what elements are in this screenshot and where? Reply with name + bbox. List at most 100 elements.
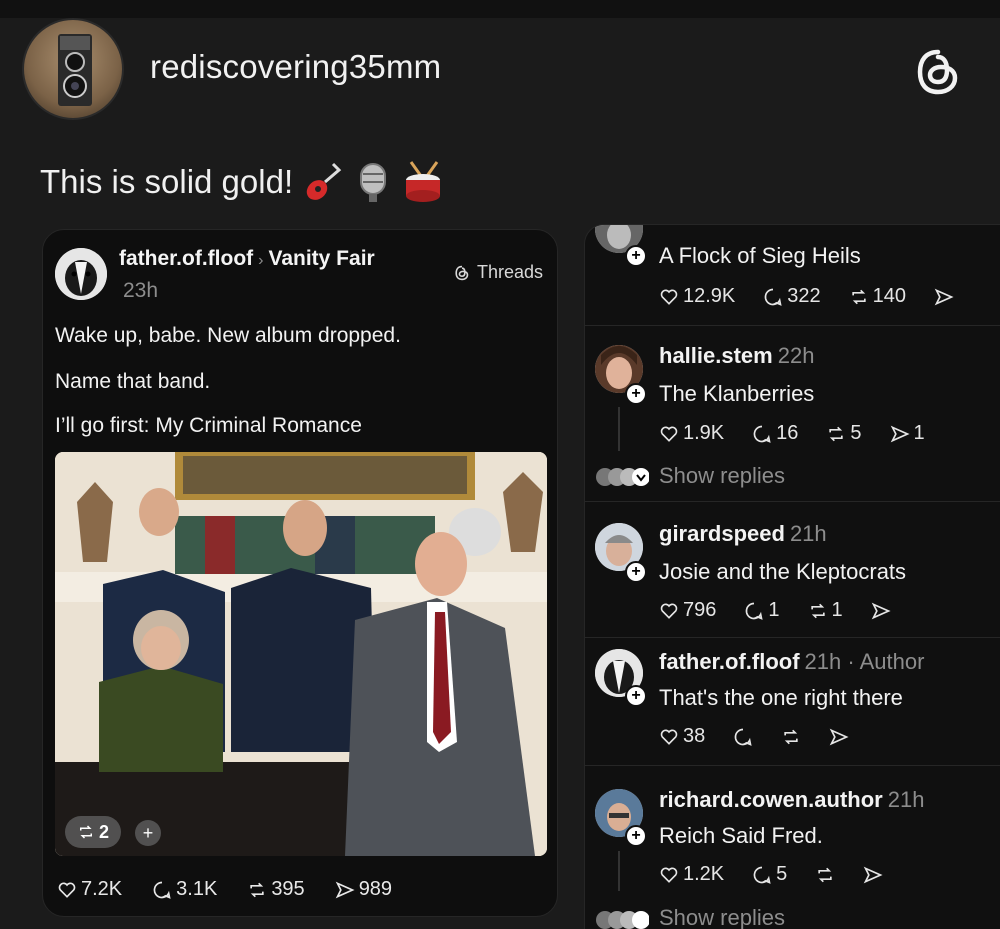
reply-text: The Klanberries xyxy=(659,381,815,406)
reply-author: father.of.floof 21h · Author xyxy=(659,649,924,675)
comment-icon xyxy=(734,728,752,746)
share-count: 989 xyxy=(358,878,393,900)
share-button[interactable]: 989 xyxy=(335,878,392,901)
threads-logo-icon[interactable] xyxy=(910,44,966,100)
reply-username[interactable]: father.of.floof xyxy=(659,649,800,674)
send-icon xyxy=(829,728,849,745)
caption-text: This is solid gold! xyxy=(40,163,294,200)
follow-plus-icon[interactable]: + xyxy=(625,245,647,267)
like-count: 7.2K xyxy=(81,878,123,900)
follow-plus-icon[interactable]: + xyxy=(625,825,647,847)
camera-icon xyxy=(58,34,92,106)
comment-icon xyxy=(753,866,771,884)
repost-button[interactable] xyxy=(815,863,835,886)
reply-count: 16 xyxy=(776,422,799,444)
replies-panel[interactable]: + A Flock of Sieg Heils 12.9K 322 140 + … xyxy=(584,224,1000,929)
divider xyxy=(585,325,1000,326)
send-icon xyxy=(863,866,883,883)
embedded-post-card[interactable]: father.of.floof › Vanity Fair 23h Threads … xyxy=(42,229,558,917)
repost-count: 1 xyxy=(831,599,843,621)
guitar-emoji-icon xyxy=(303,160,343,204)
badge-label: Threads xyxy=(476,262,543,282)
repost-count: 5 xyxy=(850,422,862,444)
reply-author: girardspeed 21h xyxy=(659,521,827,547)
share-button[interactable] xyxy=(934,285,954,308)
reply-time: 22h xyxy=(777,343,815,368)
like-count: 12.9K xyxy=(683,285,736,307)
reply-button[interactable]: 5 xyxy=(752,863,787,886)
repost-icon xyxy=(80,825,92,839)
show-replies-link[interactable]: Show replies xyxy=(659,905,785,929)
share-button[interactable] xyxy=(871,599,891,622)
show-replies-link[interactable]: Show replies xyxy=(659,463,785,489)
reply-time: 21h · Author xyxy=(804,649,925,674)
thread-line xyxy=(618,851,620,891)
reply-text: A Flock of Sieg Heils xyxy=(659,243,861,268)
embedded-post-username[interactable]: father.of.floof xyxy=(119,247,253,270)
repost-count: 140 xyxy=(872,285,907,307)
send-icon xyxy=(335,881,355,898)
photo-count-badge[interactable]: 2 xyxy=(65,816,122,848)
reply-button[interactable]: 3.1K xyxy=(152,878,217,901)
reply-username[interactable]: girardspeed xyxy=(659,521,785,546)
post-author-username[interactable]: rediscovering35mm xyxy=(150,48,441,86)
repost-button[interactable]: 140 xyxy=(849,285,906,308)
repost-icon xyxy=(829,426,844,441)
avatar[interactable] xyxy=(22,18,124,120)
heart-icon xyxy=(660,289,678,305)
repost-button[interactable]: 395 xyxy=(247,878,305,901)
follow-plus-icon[interactable]: + xyxy=(625,561,647,583)
reply-text: That's the one right there xyxy=(659,685,903,710)
add-icon[interactable]: + xyxy=(135,820,161,846)
reply-username[interactable]: hallie.stem xyxy=(659,343,773,368)
like-count: 1.2K xyxy=(683,863,725,885)
like-button[interactable]: 1.9K xyxy=(659,422,724,445)
reply-count: 3.1K xyxy=(176,878,218,900)
like-count: 38 xyxy=(683,725,706,747)
drum-emoji-icon xyxy=(403,160,443,204)
reply-button[interactable]: 322 xyxy=(763,285,821,308)
follow-plus-icon[interactable]: + xyxy=(625,685,647,707)
like-count: 1.9K xyxy=(683,422,725,444)
reply-button[interactable]: 1 xyxy=(744,599,780,622)
community-name[interactable]: Vanity Fair xyxy=(268,247,374,270)
reply-button[interactable] xyxy=(733,725,753,748)
like-button[interactable]: 38 xyxy=(659,725,705,748)
reply-stats: 12.9K 322 140 xyxy=(659,285,954,308)
reply-avatars xyxy=(593,466,649,488)
share-button[interactable] xyxy=(863,863,883,886)
reply-stats: 1.2K 5 xyxy=(659,863,883,886)
post-time: 23h xyxy=(123,279,159,302)
comment-icon xyxy=(153,881,171,899)
repost-button[interactable] xyxy=(781,725,801,748)
comment-icon xyxy=(764,288,782,306)
divider xyxy=(585,637,1000,638)
threads-logo-icon xyxy=(455,265,469,280)
like-button[interactable]: 796 xyxy=(659,599,716,622)
share-button[interactable] xyxy=(829,725,849,748)
embedded-post-stats: 7.2K 3.1K 395 989 xyxy=(57,878,392,901)
heart-icon xyxy=(660,867,678,883)
follow-plus-icon[interactable]: + xyxy=(625,383,647,405)
like-button[interactable]: 1.2K xyxy=(659,863,724,886)
repost-icon xyxy=(851,289,866,304)
chevron-right-icon: › xyxy=(258,252,264,269)
heart-icon xyxy=(660,729,678,745)
embedded-post-header: father.of.floof › Vanity Fair 23h xyxy=(119,244,419,306)
repost-button[interactable]: 5 xyxy=(826,422,862,445)
dog-avatar-icon xyxy=(55,248,107,300)
like-button[interactable]: 12.9K xyxy=(659,285,735,308)
share-button[interactable]: 1 xyxy=(890,422,925,445)
reply-count: 322 xyxy=(787,285,821,307)
comment-icon xyxy=(746,602,763,620)
reply-text: Josie and the Kleptocrats xyxy=(659,559,907,584)
avatar[interactable] xyxy=(55,248,107,300)
reply-button[interactable]: 16 xyxy=(752,422,798,445)
reply-author: hallie.stem 22h xyxy=(659,343,814,369)
reply-username[interactable]: richard.cowen.author xyxy=(659,787,883,812)
like-button[interactable]: 7.2K xyxy=(57,878,122,901)
photo-count: 2 xyxy=(99,821,110,842)
reply-time: 21h xyxy=(789,521,827,546)
post-photo[interactable] xyxy=(55,452,547,856)
repost-button[interactable]: 1 xyxy=(808,599,843,622)
